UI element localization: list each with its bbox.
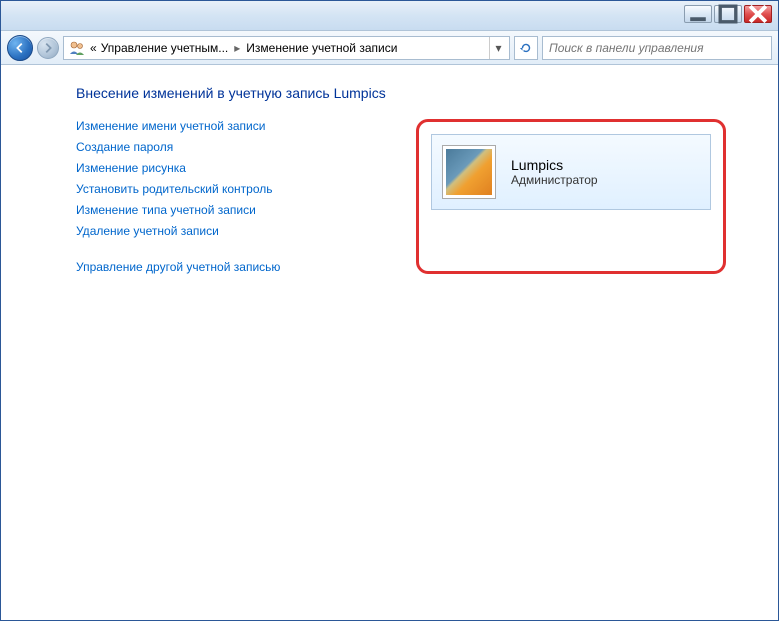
link-manage-other-account[interactable]: Управление другой учетной записью xyxy=(76,260,386,274)
link-change-picture[interactable]: Изменение рисунка xyxy=(76,161,386,175)
highlight-frame: Lumpics Администратор xyxy=(416,119,726,274)
breadcrumb[interactable]: « Управление учетным... ▸ Изменение учет… xyxy=(63,36,510,60)
content-area: Внесение изменений в учетную запись Lump… xyxy=(1,65,778,620)
link-delete-account[interactable]: Удаление учетной записи xyxy=(76,224,386,238)
forward-arrow-icon xyxy=(41,41,55,55)
breadcrumb-seg-1[interactable]: Управление учетным... xyxy=(99,41,231,55)
minimize-button[interactable] xyxy=(684,5,712,23)
breadcrumb-dropdown-icon[interactable]: ▾ xyxy=(489,37,507,59)
back-button[interactable] xyxy=(7,35,33,61)
link-create-password[interactable]: Создание пароля xyxy=(76,140,386,154)
titlebar xyxy=(1,1,778,31)
window-controls xyxy=(682,5,772,23)
user-accounts-icon xyxy=(68,39,86,57)
account-name: Lumpics xyxy=(511,157,598,173)
separator xyxy=(76,245,386,253)
refresh-icon xyxy=(519,41,533,55)
action-links: Изменение имени учетной записи Создание … xyxy=(76,119,386,274)
back-arrow-icon xyxy=(13,41,27,55)
navbar: « Управление учетным... ▸ Изменение учет… xyxy=(1,31,778,65)
link-parental-control[interactable]: Установить родительский контроль xyxy=(76,182,386,196)
account-info: Lumpics Администратор xyxy=(511,157,598,187)
account-role: Администратор xyxy=(511,173,598,187)
explorer-window: « Управление учетным... ▸ Изменение учет… xyxy=(0,0,779,621)
refresh-button[interactable] xyxy=(514,36,538,60)
breadcrumb-separator-icon: ▸ xyxy=(230,41,244,55)
breadcrumb-prefix[interactable]: « xyxy=(88,41,99,55)
close-icon xyxy=(745,1,771,27)
close-button[interactable] xyxy=(744,5,772,23)
account-tile[interactable]: Lumpics Администратор xyxy=(431,134,711,210)
maximize-icon xyxy=(715,1,741,27)
maximize-button[interactable] xyxy=(714,5,742,23)
minimize-icon xyxy=(685,1,711,27)
breadcrumb-seg-2[interactable]: Изменение учетной записи xyxy=(244,41,399,55)
link-change-account-type[interactable]: Изменение типа учетной записи xyxy=(76,203,386,217)
account-picture-image xyxy=(446,149,492,195)
link-rename-account[interactable]: Изменение имени учетной записи xyxy=(76,119,386,133)
forward-button[interactable] xyxy=(37,37,59,59)
search-input[interactable] xyxy=(542,36,772,60)
account-picture xyxy=(442,145,496,199)
page-title: Внесение изменений в учетную запись Lump… xyxy=(76,85,748,101)
layout: Изменение имени учетной записи Создание … xyxy=(76,119,748,274)
